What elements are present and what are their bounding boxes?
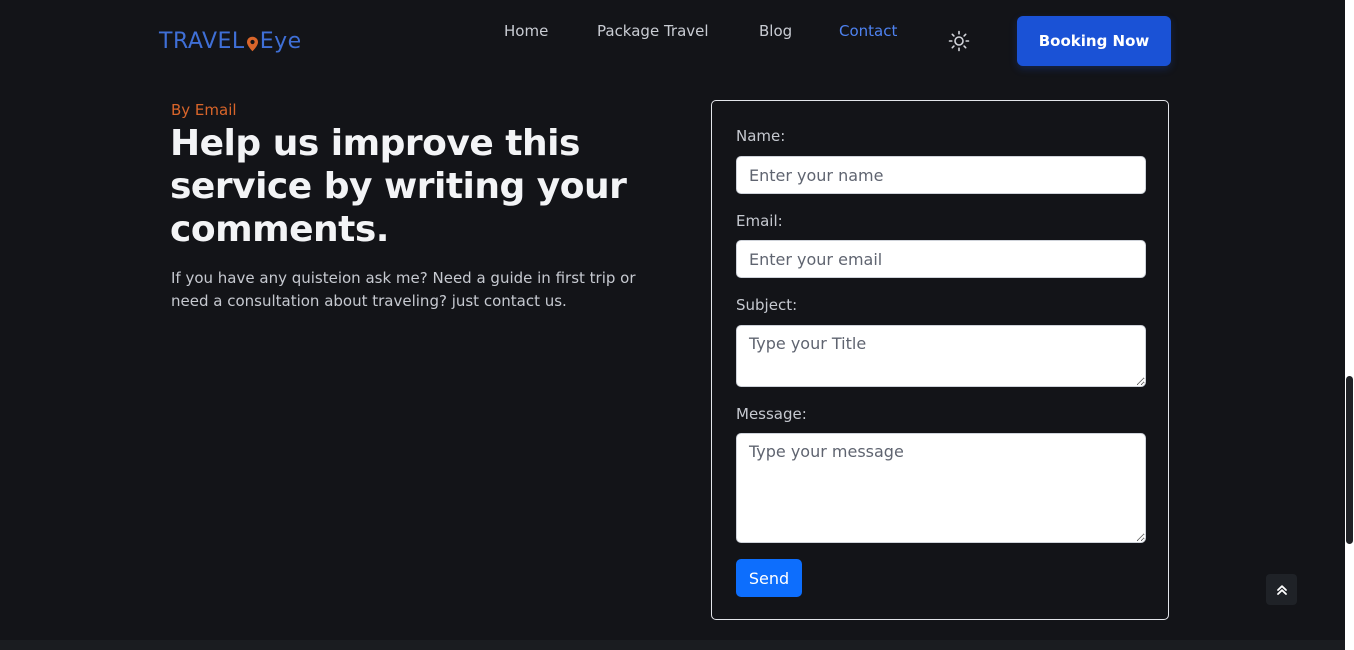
contact-form: Name: Email: Subject: Message: Send [711,100,1169,620]
email-field[interactable] [736,240,1146,278]
message-label: Message: [736,405,807,423]
nav-home[interactable]: Home [504,22,548,40]
logo-text-travel: TRAVEL [159,28,245,54]
email-label: Email: [736,212,783,230]
booking-now-button[interactable]: Booking Now [1017,16,1171,66]
scroll-to-top-button[interactable] [1266,574,1297,605]
contact-page: TRAVEL Eye Home Package Travel Blog Cont… [0,0,1354,650]
nav-contact[interactable]: Contact [839,22,897,40]
sun-icon[interactable] [948,30,970,52]
section-eyebrow: By Email [171,101,237,119]
intro-text: If you have any quisteion ask me? Need a… [171,269,636,310]
scrollbar-track[interactable] [1345,0,1354,650]
message-field[interactable] [736,433,1146,543]
site-logo[interactable]: TRAVEL Eye [159,26,302,56]
subject-label: Subject: [736,296,798,314]
nav-package-travel[interactable]: Package Travel [597,22,709,40]
footer-edge [0,640,1345,650]
logo-text-eye: Eye [259,28,302,54]
double-chevron-up-icon [1276,584,1287,595]
name-field[interactable] [736,156,1146,194]
location-pin-icon [246,33,259,52]
page-title: Help us improve this service by writing … [170,123,627,250]
name-label: Name: [736,127,786,145]
nav-blog[interactable]: Blog [759,22,792,40]
send-button[interactable]: Send [736,559,802,597]
scrollbar-thumb[interactable] [1346,376,1353,544]
subject-field[interactable] [736,325,1146,387]
